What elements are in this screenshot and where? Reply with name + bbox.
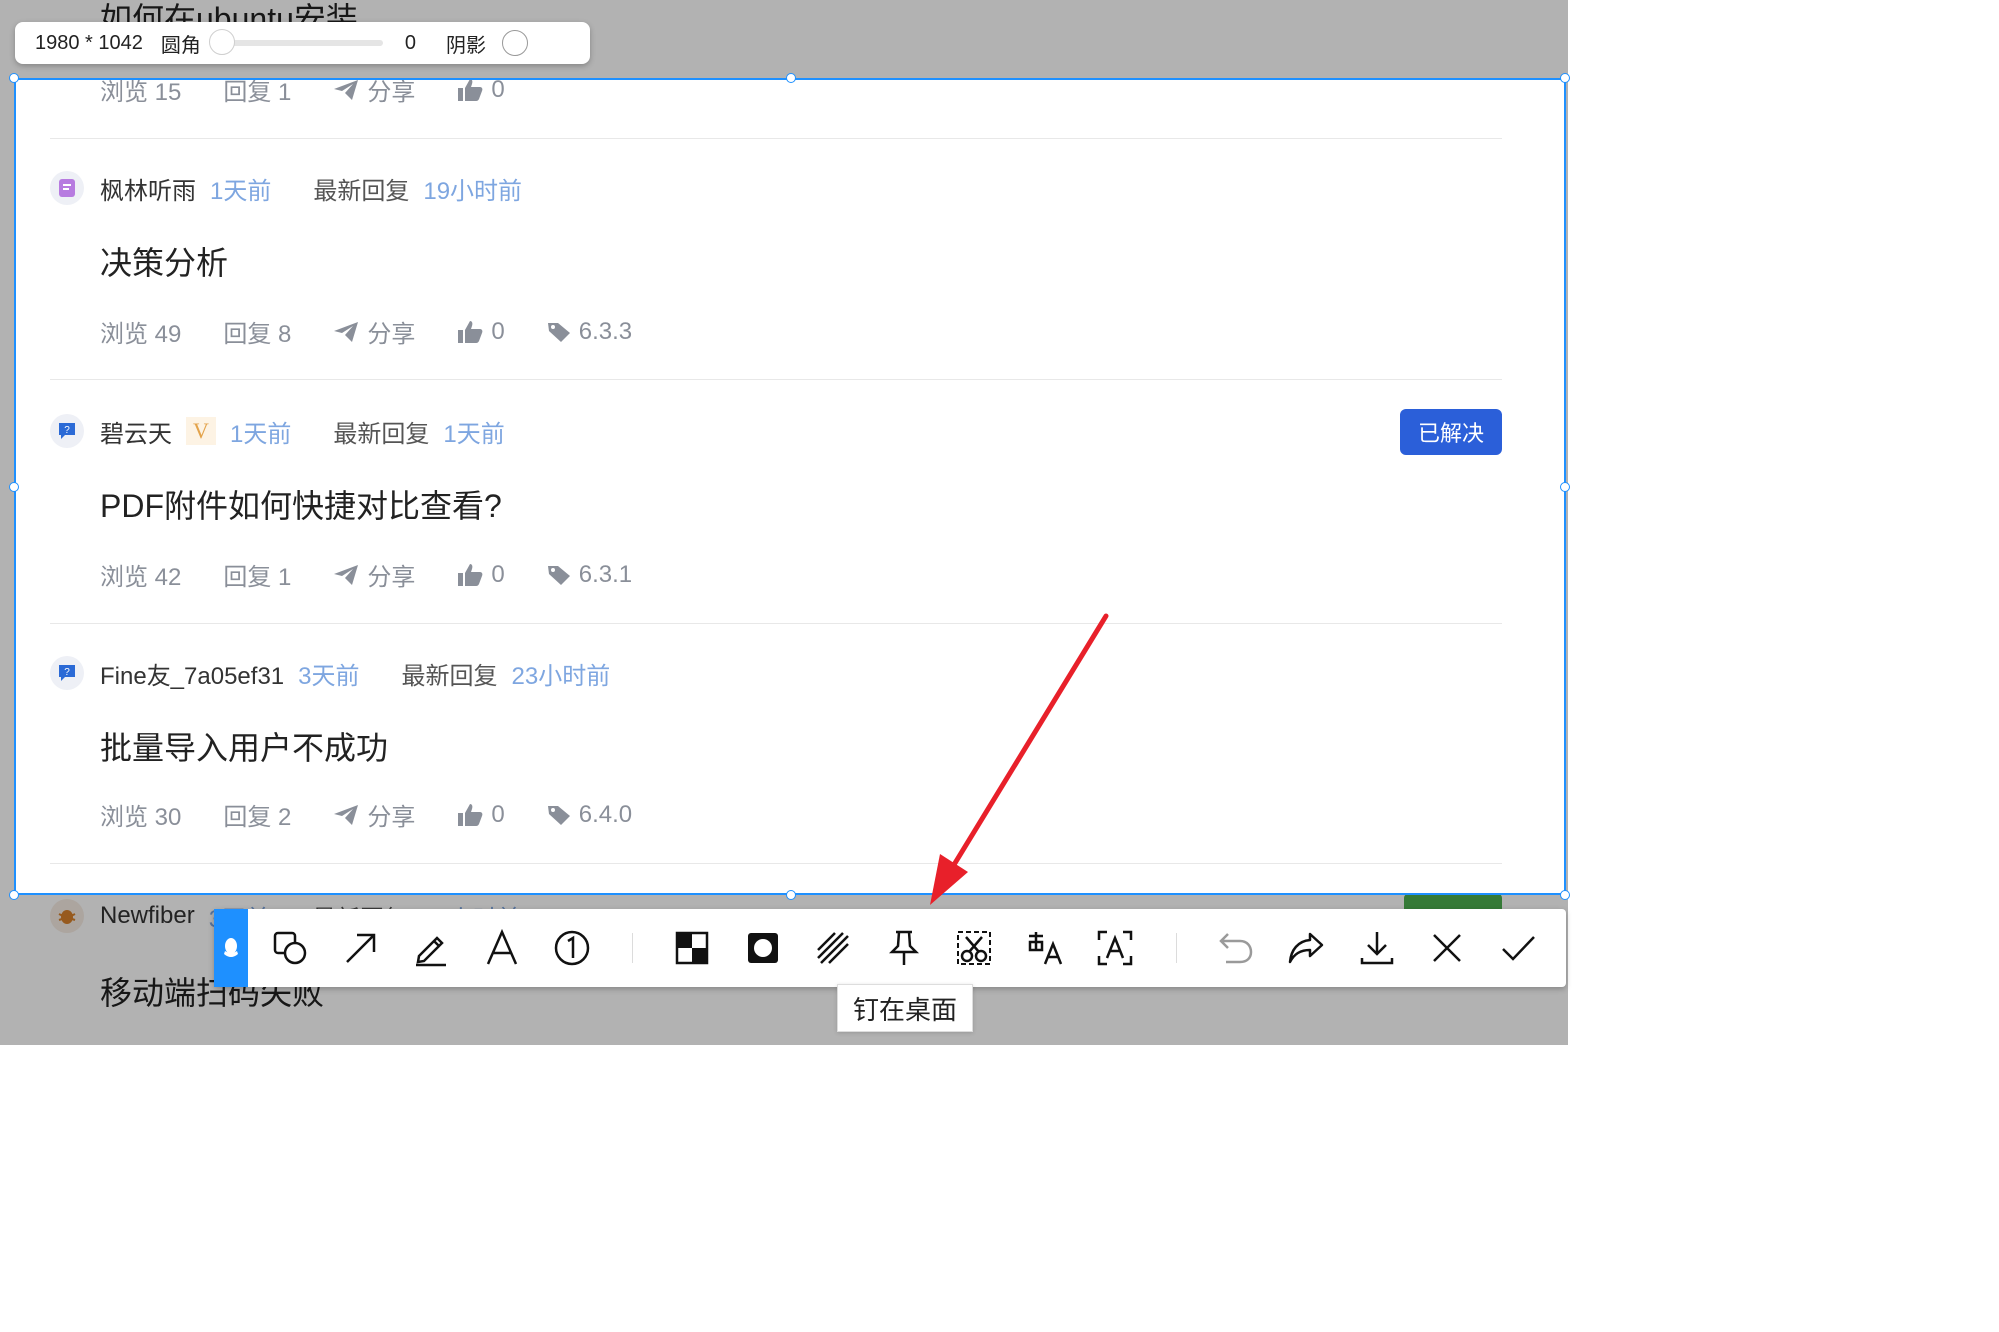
scissors-icon	[957, 931, 991, 965]
pin-button[interactable]	[876, 909, 932, 987]
number-tool[interactable]	[544, 909, 600, 987]
translate-icon	[1028, 932, 1063, 965]
mosaic-tool[interactable]	[664, 909, 720, 987]
pen-tool[interactable]	[403, 909, 459, 987]
shape-icon	[273, 931, 307, 965]
hatch-icon	[817, 932, 849, 964]
pin-icon	[888, 930, 920, 965]
annotation-toolbar	[214, 909, 1566, 987]
blur-tool[interactable]	[735, 909, 791, 987]
shape-tool[interactable]	[262, 909, 318, 987]
check-icon	[1502, 936, 1535, 961]
redo-button[interactable]	[1278, 909, 1334, 987]
number-icon	[554, 930, 590, 966]
ocr-tool[interactable]	[1087, 909, 1143, 987]
close-button[interactable]	[1419, 909, 1475, 987]
pin-tooltip: 钉在桌面	[837, 984, 973, 1032]
text-tool[interactable]	[474, 909, 530, 987]
arrow-tool[interactable]	[333, 909, 389, 987]
confirm-button[interactable]	[1490, 909, 1546, 987]
download-button[interactable]	[1349, 909, 1405, 987]
download-icon	[1360, 932, 1394, 965]
translate-tool[interactable]	[1017, 909, 1073, 987]
ocr-icon	[1097, 930, 1133, 966]
toolbar-separator	[1176, 933, 1177, 963]
mosaic-icon	[675, 931, 709, 965]
text-icon	[486, 928, 518, 965]
undo-button[interactable]	[1208, 909, 1264, 987]
arrow-icon	[346, 933, 376, 963]
blur-icon	[748, 933, 778, 963]
qq-button[interactable]	[214, 909, 248, 987]
redo-icon	[1288, 932, 1324, 964]
cut-tool[interactable]	[946, 909, 1002, 987]
hatch-tool[interactable]	[805, 909, 861, 987]
toolbar-separator	[632, 933, 633, 963]
undo-icon	[1219, 933, 1253, 964]
qq-icon	[224, 938, 238, 957]
pen-icon	[416, 936, 446, 967]
close-icon	[1433, 934, 1461, 962]
annotation-arrow	[930, 613, 1109, 905]
